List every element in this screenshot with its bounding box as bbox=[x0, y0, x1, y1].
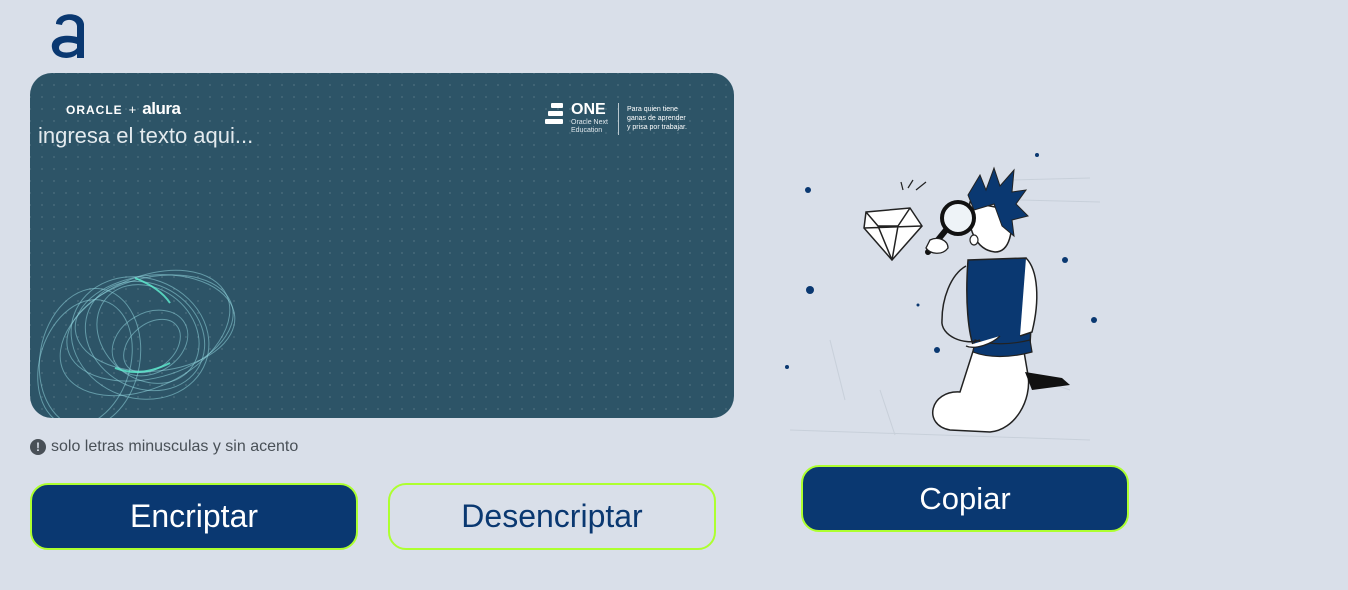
brand-divider bbox=[617, 103, 619, 135]
one-title: ONE bbox=[571, 101, 606, 118]
one-tagline: Para quien tiene ganas de aprender y pri… bbox=[627, 105, 687, 132]
one-subtitle-line1: Oracle Next bbox=[571, 119, 608, 126]
alura-wordmark: alura bbox=[142, 99, 181, 118]
oracle-alura-brand: ORACLE + alura bbox=[66, 99, 181, 119]
one-subtitle-line2: Education bbox=[571, 127, 603, 134]
input-hint: ! solo letras minusculas y sin acento bbox=[30, 438, 298, 456]
alura-logo-icon bbox=[51, 14, 84, 58]
text-input-card: ORACLE + alura ONE Oracle Next Education… bbox=[30, 73, 734, 418]
wave-swirl-decoration bbox=[37, 269, 236, 418]
tagline-line2: ganas de aprender bbox=[626, 115, 686, 122]
decrypt-button[interactable]: Desencriptar bbox=[388, 483, 716, 550]
brand-plus: + bbox=[128, 102, 137, 117]
exclamation-circle-icon: ! bbox=[30, 439, 46, 455]
copy-button[interactable]: Copiar bbox=[801, 465, 1129, 532]
person-magnifier-illustration bbox=[785, 153, 1101, 441]
encrypt-button[interactable]: Encriptar bbox=[30, 483, 358, 550]
oracle-wordmark: ORACLE bbox=[66, 103, 123, 117]
hint-text: solo letras minusculas y sin acento bbox=[51, 438, 299, 455]
one-brand: ONE Oracle Next Education Para quien tie… bbox=[545, 101, 687, 135]
one-logo-icon bbox=[545, 103, 563, 124]
tagline-line1: Para quien tiene bbox=[626, 106, 678, 113]
tagline-line3: y prisa por trabajar. bbox=[626, 124, 687, 131]
